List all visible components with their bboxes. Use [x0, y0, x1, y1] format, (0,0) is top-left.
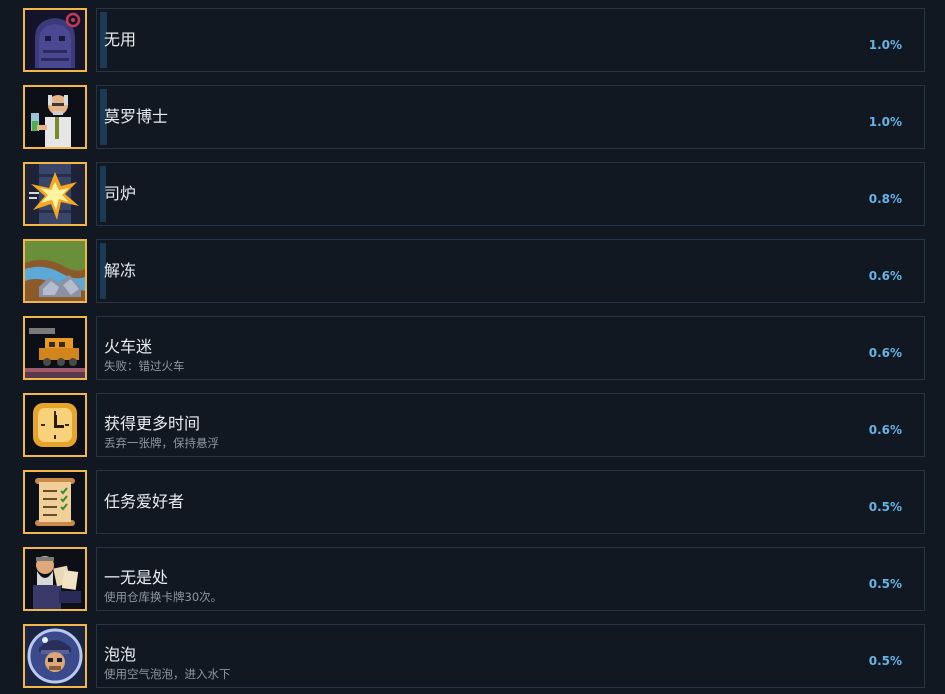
doctor-portrait-icon: [23, 85, 87, 149]
achievement-description: 失败：错过火车: [104, 359, 185, 373]
achievement-row: 司炉 0.8%: [23, 162, 925, 226]
achievement-panel: 任务爱好者 0.5%: [96, 470, 925, 534]
bubble-diver-icon: [23, 624, 87, 688]
achievement-title: 获得更多时间: [104, 414, 201, 433]
achievement-title: 解冻: [104, 261, 137, 280]
achievement-percent: 0.6%: [868, 346, 902, 360]
achievement-percent: 1.0%: [868, 115, 902, 129]
train-icon: [23, 316, 87, 380]
frozen-landscape-icon: [23, 239, 87, 303]
scroll-checklist-icon: [23, 470, 87, 534]
achievement-row: 火车迷 失败：错过火车 0.6%: [23, 316, 925, 380]
achievement-list: 无用 1.0% 莫罗博士 1.0% 司炉 0.8% 解冻 0.6% 火车迷 失败…: [0, 0, 945, 694]
achievement-panel: 无用 1.0%: [96, 8, 925, 72]
achievement-row: 获得更多时间 丢弃一张牌，保持悬浮 0.6%: [23, 393, 925, 457]
explosion-icon: [23, 162, 87, 226]
achievement-row: 泡泡 使用空气泡泡，进入水下 0.5%: [23, 624, 925, 688]
achievement-title: 泡泡: [104, 645, 137, 664]
achievement-percent: 0.8%: [868, 192, 902, 206]
achievement-percent: 0.6%: [868, 423, 902, 437]
achievement-percent: 0.6%: [868, 269, 902, 283]
achievement-title: 任务爱好者: [104, 492, 185, 511]
achievement-panel: 莫罗博士 1.0%: [96, 85, 925, 149]
achievement-row: 一无是处 使用仓库换卡牌30次。 0.5%: [23, 547, 925, 611]
achievement-title: 一无是处: [104, 568, 169, 587]
achievement-panel: 一无是处 使用仓库换卡牌30次。 0.5%: [96, 547, 925, 611]
achievement-row: 任务爱好者 0.5%: [23, 470, 925, 534]
achievement-title: 火车迷: [104, 337, 153, 356]
achievement-title: 无用: [104, 30, 137, 49]
old-man-cards-icon: [23, 547, 87, 611]
achievement-panel: 获得更多时间 丢弃一张牌，保持悬浮 0.6%: [96, 393, 925, 457]
achievement-percent: 0.5%: [868, 500, 902, 514]
achievement-percent: 0.5%: [868, 654, 902, 668]
achievement-title: 莫罗博士: [104, 107, 169, 126]
achievement-percent: 0.5%: [868, 577, 902, 591]
achievement-panel: 泡泡 使用空气泡泡，进入水下 0.5%: [96, 624, 925, 688]
achievement-panel: 火车迷 失败：错过火车 0.6%: [96, 316, 925, 380]
achievement-description: 使用仓库换卡牌30次。: [104, 590, 223, 604]
clock-icon: [23, 393, 87, 457]
achievement-row: 解冻 0.6%: [23, 239, 925, 303]
achievement-description: 使用空气泡泡，进入水下: [104, 667, 231, 681]
achievement-panel: 司炉 0.8%: [96, 162, 925, 226]
achievement-row: 无用 1.0%: [23, 8, 925, 72]
achievement-description: 丢弃一张牌，保持悬浮: [104, 436, 219, 450]
achievement-panel: 解冻 0.6%: [96, 239, 925, 303]
shadow-creature-icon: [23, 8, 87, 72]
achievement-percent: 1.0%: [868, 38, 902, 52]
achievement-title: 司炉: [104, 184, 137, 203]
achievement-row: 莫罗博士 1.0%: [23, 85, 925, 149]
